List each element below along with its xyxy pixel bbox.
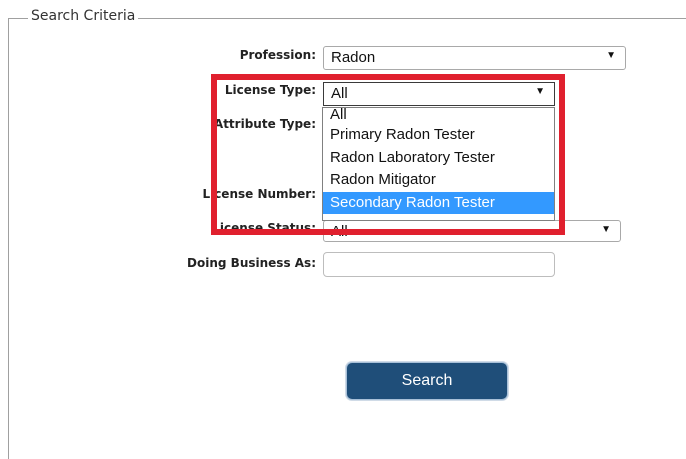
doing-business-as-input[interactable] <box>323 252 555 277</box>
profession-label: Profession: <box>239 48 316 62</box>
license-number-label: License Number: <box>202 187 316 201</box>
doing-business-as-label: Doing Business As: <box>187 256 316 270</box>
license-type-select[interactable]: All ▼ <box>323 82 555 106</box>
license-status-value: All <box>331 223 348 240</box>
license-type-dropdown-list: All Primary Radon Tester Radon Laborator… <box>322 107 555 221</box>
chevron-down-icon: ▼ <box>601 224 611 235</box>
license-type-option[interactable]: Radon Laboratory Tester <box>323 147 554 170</box>
license-type-option[interactable]: All <box>323 107 554 124</box>
license-type-option-highlighted[interactable]: Secondary Radon Tester <box>323 191 554 214</box>
profession-select[interactable]: Radon ▼ <box>323 46 626 70</box>
chevron-down-icon: ▼ <box>606 50 616 61</box>
license-type-value: All <box>331 85 348 102</box>
license-type-label: License Type: <box>224 83 316 97</box>
license-status-label: License Status: <box>212 221 316 235</box>
chevron-down-icon: ▼ <box>535 86 545 97</box>
license-type-option[interactable]: Primary Radon Tester <box>323 124 554 147</box>
license-type-option[interactable]: Radon Mitigator <box>323 169 554 192</box>
license-status-select[interactable]: All ▼ <box>323 220 621 242</box>
profession-value: Radon <box>331 49 376 66</box>
search-button[interactable]: Search <box>346 362 508 400</box>
attribute-type-label: Attribute Type: <box>213 117 316 131</box>
fieldset-legend: Search Criteria <box>28 8 139 24</box>
